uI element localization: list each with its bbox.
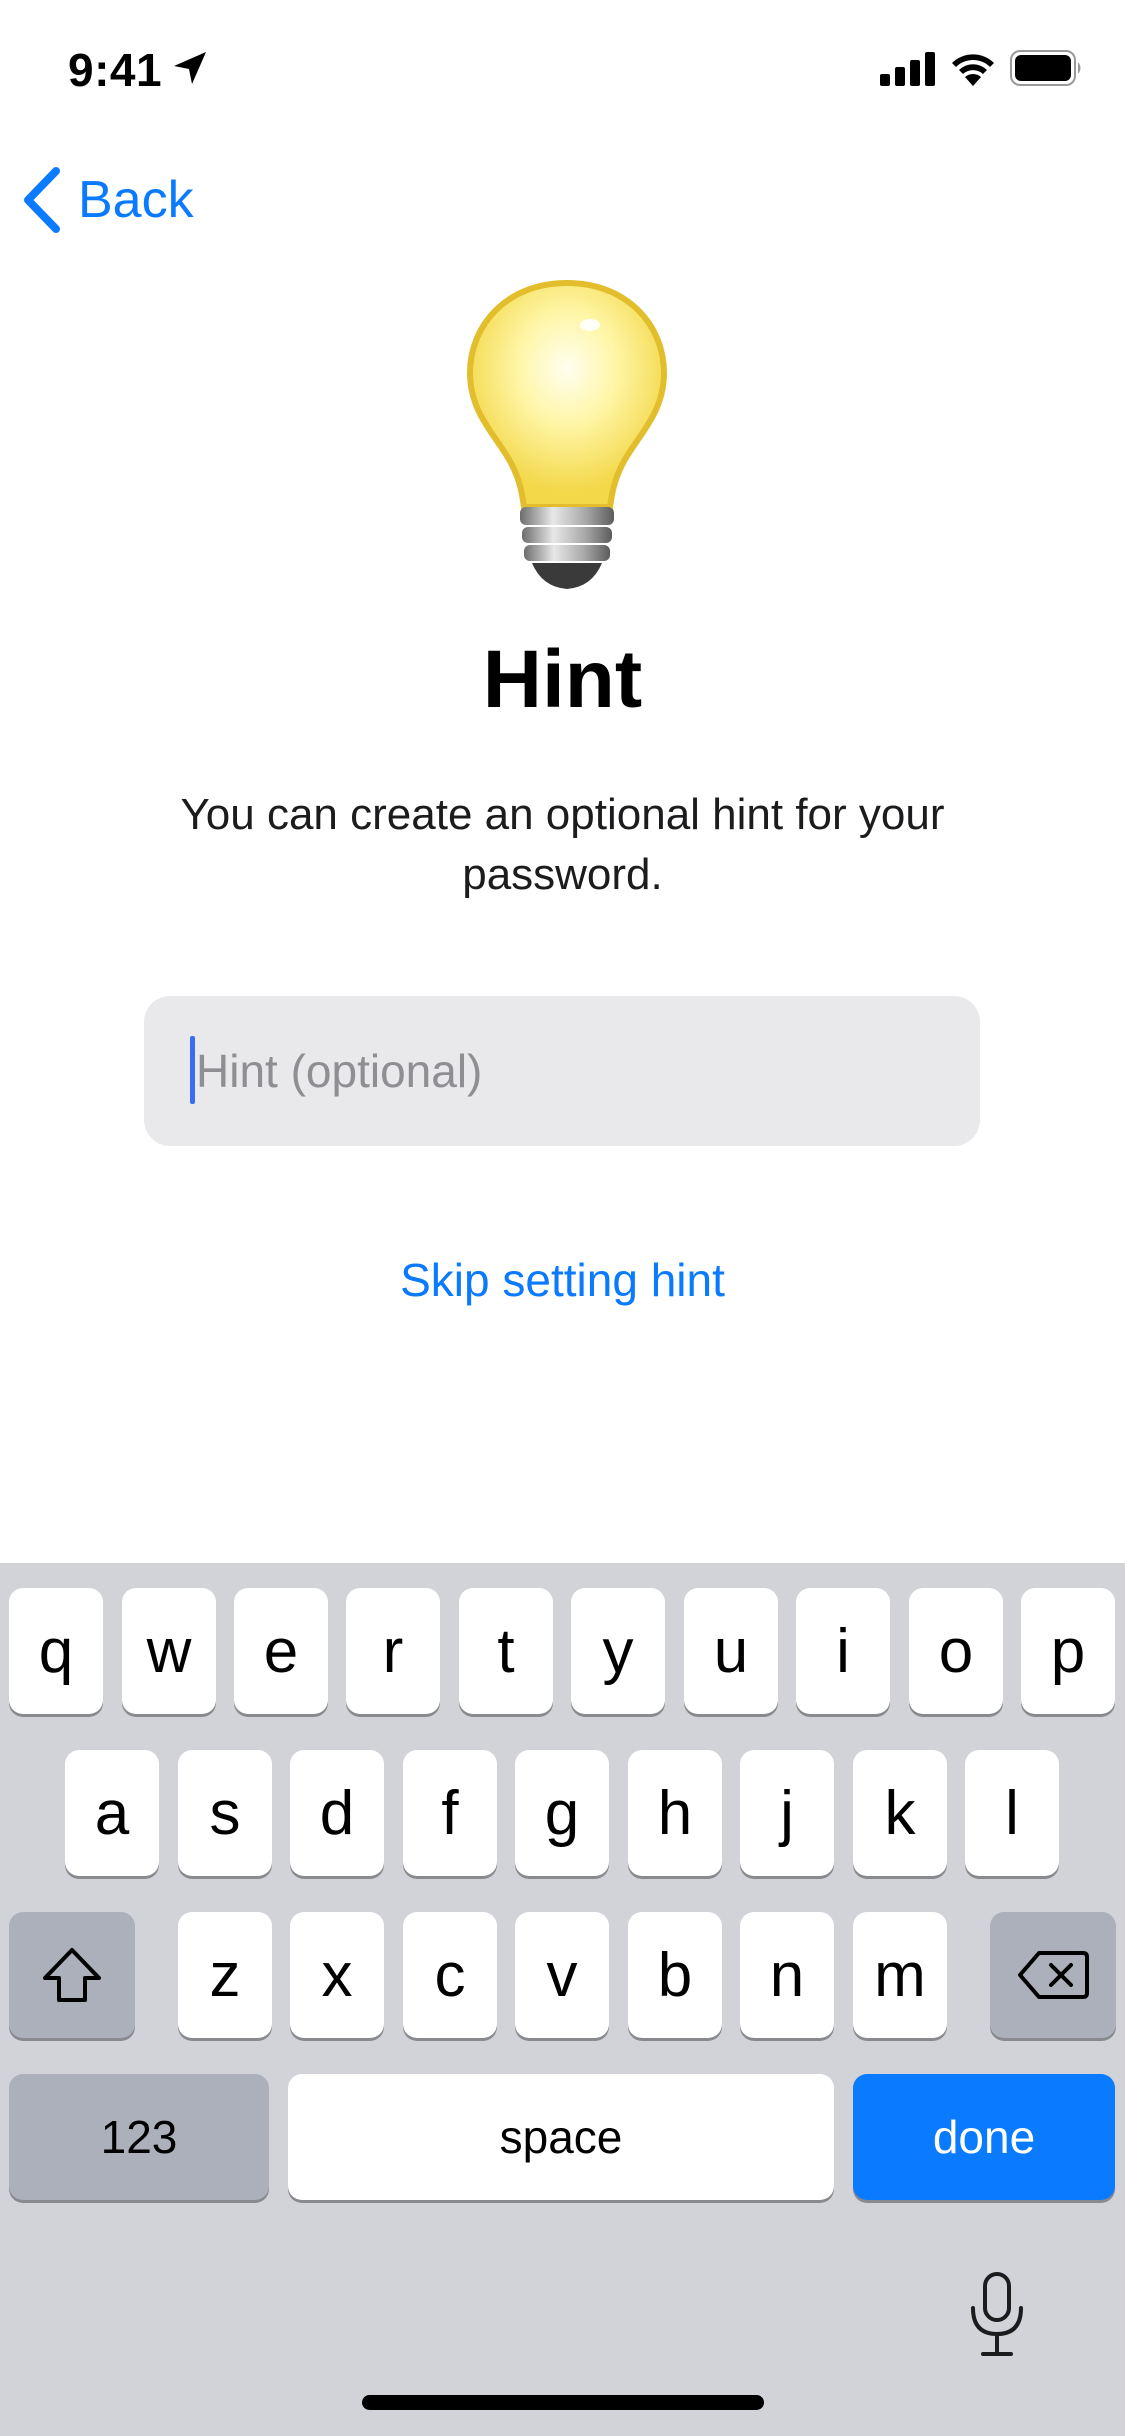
space-key[interactable]: space [288,2074,834,2200]
delete-key[interactable] [990,1912,1116,2038]
key-n[interactable]: n [740,1912,834,2038]
wifi-icon [952,54,994,86]
key-o[interactable]: o [909,1588,1003,1714]
hint-field[interactable] [144,996,980,1146]
key-l[interactable]: l [965,1750,1059,1876]
key-j[interactable]: j [740,1750,834,1876]
key-q[interactable]: q [9,1588,103,1714]
light-bulb-icon [466,279,668,589]
delete-icon [1018,1951,1089,1999]
key-z[interactable]: z [178,1912,272,2038]
microphone-icon[interactable] [965,2270,1029,2360]
key-t[interactable]: t [459,1588,553,1714]
key-b[interactable]: b [628,1912,722,2038]
status-time: 9:41 [68,44,163,96]
key-a[interactable]: a [65,1750,159,1876]
skip-hint-button[interactable]: Skip setting hint [0,1245,1125,1315]
location-arrow-icon [174,52,206,84]
key-g[interactable]: g [515,1750,609,1876]
battery-icon [1010,50,1081,86]
key-s[interactable]: s [178,1750,272,1876]
keyboard: q w e r t y u i o p a s d f g h j k l z … [0,1563,1125,2436]
key-w[interactable]: w [122,1588,216,1714]
shift-icon [43,1948,101,2002]
key-p[interactable]: p [1021,1588,1115,1714]
page-title: Hint [482,634,643,725]
screen: 9:41 Back Hint You can create an optiona… [0,0,1125,2436]
home-indicator[interactable] [362,2395,764,2410]
key-f[interactable]: f [403,1750,497,1876]
key-c[interactable]: c [403,1912,497,2038]
key-i[interactable]: i [796,1588,890,1714]
shift-key[interactable] [9,1912,135,2038]
back-label: Back [78,171,194,229]
hint-input[interactable] [190,996,956,1146]
status-bar: 9:41 [0,0,1125,140]
key-d[interactable]: d [290,1750,384,1876]
chevron-left-icon [24,167,60,233]
key-u[interactable]: u [684,1588,778,1714]
key-r[interactable]: r [346,1588,440,1714]
key-v[interactable]: v [515,1912,609,2038]
key-e[interactable]: e [234,1588,328,1714]
key-x[interactable]: x [290,1912,384,2038]
done-key[interactable]: done [853,2074,1115,2200]
cellular-signal-icon [880,52,935,86]
key-h[interactable]: h [628,1750,722,1876]
back-button[interactable]: Back [20,160,194,240]
key-k[interactable]: k [853,1750,947,1876]
page-description: You can create an optional hint for your… [180,790,945,899]
key-y[interactable]: y [571,1588,665,1714]
numbers-key[interactable]: 123 [9,2074,269,2200]
key-m[interactable]: m [853,1912,947,2038]
